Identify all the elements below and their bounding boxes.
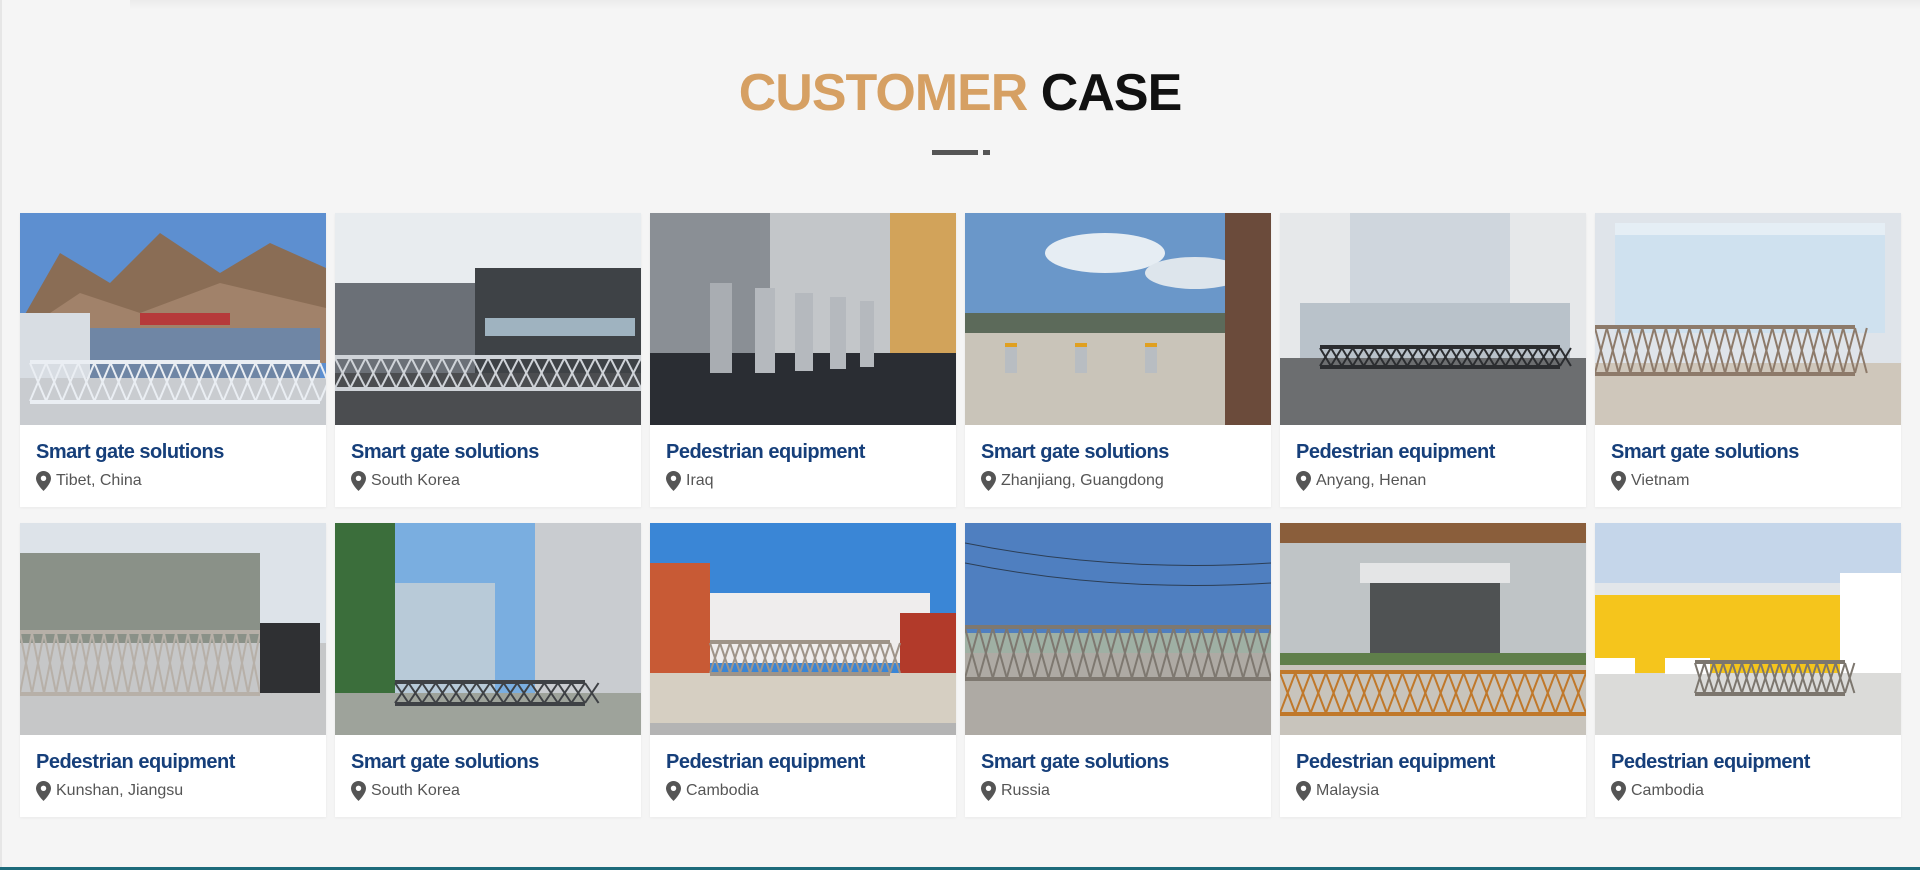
case-card[interactable]: Pedestrian equipment Anyang, Henan xyxy=(1280,213,1586,507)
case-card[interactable]: Smart gate solutions Vietnam xyxy=(1595,213,1901,507)
case-photo[interactable] xyxy=(965,213,1271,425)
case-grid: Smart gate solutions Tibet, China Smart g… xyxy=(20,213,1901,817)
case-location: Cambodia xyxy=(1611,781,1885,801)
map-pin-icon xyxy=(981,781,996,801)
case-category[interactable]: Pedestrian equipment xyxy=(36,749,310,775)
case-location-text: Malaysia xyxy=(1316,782,1380,799)
title-divider xyxy=(932,150,992,155)
case-photo[interactable] xyxy=(1595,213,1901,425)
case-photo[interactable] xyxy=(965,523,1271,735)
case-info: Pedestrian equipment Iraq xyxy=(650,425,956,491)
case-location-text: Cambodia xyxy=(1631,782,1704,799)
case-photo[interactable] xyxy=(650,213,956,425)
case-info: Smart gate solutions South Korea xyxy=(335,425,641,491)
case-category[interactable]: Pedestrian equipment xyxy=(1611,749,1885,775)
left-rule xyxy=(0,0,2,870)
case-card[interactable]: Pedestrian equipment Iraq xyxy=(650,213,956,507)
case-card[interactable]: Smart gate solutions South Korea xyxy=(335,213,641,507)
case-info: Pedestrian equipment Kunshan, Jiangsu xyxy=(20,735,326,801)
case-location: Anyang, Henan xyxy=(1296,471,1570,491)
section-title: CUSTOMER CASE xyxy=(0,60,1920,126)
map-pin-icon xyxy=(36,781,51,801)
case-location: Tibet, China xyxy=(36,471,310,491)
case-photo[interactable] xyxy=(1280,523,1586,735)
case-info: Pedestrian equipment Malaysia xyxy=(1280,735,1586,801)
case-location: Cambodia xyxy=(666,781,940,801)
case-card[interactable]: Pedestrian equipment Cambodia xyxy=(650,523,956,817)
case-card[interactable]: Smart gate solutions South Korea xyxy=(335,523,641,817)
title-accent: CUSTOMER xyxy=(738,64,1029,122)
case-category[interactable]: Pedestrian equipment xyxy=(1296,749,1570,775)
case-location-text: South Korea xyxy=(371,472,460,489)
case-category[interactable]: Pedestrian equipment xyxy=(666,439,940,465)
case-location-text: Vietnam xyxy=(1631,472,1690,489)
case-category[interactable]: Smart gate solutions xyxy=(981,749,1255,775)
divider-short xyxy=(983,150,990,155)
map-pin-icon xyxy=(351,781,366,801)
case-photo[interactable] xyxy=(335,213,641,425)
case-info: Pedestrian equipment Anyang, Henan xyxy=(1280,425,1586,491)
case-location: Vietnam xyxy=(1611,471,1885,491)
map-pin-icon xyxy=(351,471,366,491)
case-category[interactable]: Smart gate solutions xyxy=(351,749,625,775)
case-location-text: Tibet, China xyxy=(56,472,142,489)
case-photo[interactable] xyxy=(335,523,641,735)
case-card[interactable]: Smart gate solutions Tibet, China xyxy=(20,213,326,507)
case-location-text: Cambodia xyxy=(686,782,759,799)
case-location-text: Iraq xyxy=(686,472,714,489)
case-location: South Korea xyxy=(351,781,625,801)
case-photo[interactable] xyxy=(1280,213,1586,425)
case-info: Smart gate solutions Russia xyxy=(965,735,1271,801)
map-pin-icon xyxy=(666,471,681,491)
case-location-text: Anyang, Henan xyxy=(1316,472,1427,489)
case-location: South Korea xyxy=(351,471,625,491)
case-photo[interactable] xyxy=(20,213,326,425)
case-category[interactable]: Smart gate solutions xyxy=(351,439,625,465)
divider-long xyxy=(932,150,978,155)
case-photo[interactable] xyxy=(650,523,956,735)
case-card[interactable]: Smart gate solutions Russia xyxy=(965,523,1271,817)
map-pin-icon xyxy=(36,471,51,491)
map-pin-icon xyxy=(1611,471,1626,491)
case-photo[interactable] xyxy=(1595,523,1901,735)
case-card[interactable]: Pedestrian equipment Kunshan, Jiangsu xyxy=(20,523,326,817)
case-card[interactable]: Smart gate solutions Zhanjiang, Guangdong xyxy=(965,213,1271,507)
case-category[interactable]: Smart gate solutions xyxy=(981,439,1255,465)
case-category[interactable]: Smart gate solutions xyxy=(1611,439,1885,465)
case-info: Pedestrian equipment Cambodia xyxy=(1595,735,1901,801)
map-pin-icon xyxy=(1611,781,1626,801)
case-info: Smart gate solutions South Korea xyxy=(335,735,641,801)
case-photo[interactable] xyxy=(20,523,326,735)
case-info: Smart gate solutions Vietnam xyxy=(1595,425,1901,491)
case-location: Russia xyxy=(981,781,1255,801)
title-dark: CASE xyxy=(1040,64,1182,122)
top-strip xyxy=(130,0,1920,10)
case-location-text: Zhanjiang, Guangdong xyxy=(1001,472,1164,489)
case-category[interactable]: Smart gate solutions xyxy=(36,439,310,465)
map-pin-icon xyxy=(981,471,996,491)
case-location-text: South Korea xyxy=(371,782,460,799)
case-info: Pedestrian equipment Cambodia xyxy=(650,735,956,801)
map-pin-icon xyxy=(1296,471,1311,491)
case-location-text: Kunshan, Jiangsu xyxy=(56,782,184,799)
case-location: Kunshan, Jiangsu xyxy=(36,781,310,801)
case-info: Smart gate solutions Zhanjiang, Guangdong xyxy=(965,425,1271,491)
case-category[interactable]: Pedestrian equipment xyxy=(666,749,940,775)
case-info: Smart gate solutions Tibet, China xyxy=(20,425,326,491)
case-card[interactable]: Pedestrian equipment Malaysia xyxy=(1280,523,1586,817)
case-card[interactable]: Pedestrian equipment Cambodia xyxy=(1595,523,1901,817)
case-location-text: Russia xyxy=(1001,782,1050,799)
case-location: Iraq xyxy=(666,471,940,491)
case-location: Malaysia xyxy=(1296,781,1570,801)
map-pin-icon xyxy=(1296,781,1311,801)
case-location: Zhanjiang, Guangdong xyxy=(981,471,1255,491)
case-category[interactable]: Pedestrian equipment xyxy=(1296,439,1570,465)
map-pin-icon xyxy=(666,781,681,801)
